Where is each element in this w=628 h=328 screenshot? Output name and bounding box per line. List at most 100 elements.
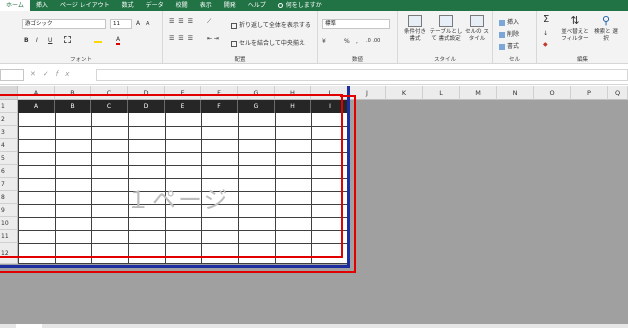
column-header-k[interactable]: K [386, 86, 423, 100]
column-header-o[interactable]: O [534, 86, 571, 100]
format-cells-button[interactable]: 書式 [499, 41, 519, 50]
underline-button[interactable]: U [48, 37, 52, 44]
wrap-text-button[interactable]: 折り返して全体を表示する [231, 20, 311, 29]
magnifier-icon: ⚲ [601, 14, 611, 27]
shrink-font-label: A [146, 21, 150, 27]
font-group: 游ゴシック 11 A A B I U A フォント [0, 11, 163, 64]
sheet-tab[interactable] [16, 324, 42, 328]
red-annotation-right [340, 95, 356, 273]
conditional-formatting-icon [408, 15, 422, 27]
font-name-value: 游ゴシック [25, 21, 53, 27]
comma-button[interactable]: , [356, 38, 358, 45]
tab-formulas[interactable]: 数式 [116, 0, 140, 11]
decimal-buttons[interactable]: .0 .00 [366, 38, 380, 44]
insert-function-button[interactable]: fx [56, 70, 77, 78]
insert-cells-button[interactable]: 挿入 [499, 17, 519, 26]
number-format-value: 標準 [325, 21, 337, 27]
eraser-icon: ◆ [543, 41, 548, 48]
shrink-font-button[interactable]: A [146, 21, 149, 27]
autosum-button[interactable]: Σ [543, 14, 549, 25]
name-box[interactable] [0, 69, 24, 81]
delete-icon [499, 31, 505, 38]
tab-page-layout[interactable]: ページ レイアウト [54, 0, 116, 11]
vertical-align-buttons[interactable]: ☰ ☰ ☰ [169, 18, 194, 25]
currency-icon: ¥ [322, 38, 326, 45]
cells-group-label: セル [508, 57, 520, 63]
red-annotation-inner [0, 94, 343, 258]
editing-group: Σ ↓ ◆ ⇅ 並べ替えと フィルター ⚲ 検索と 選択 編集 [537, 11, 628, 64]
tab-review[interactable]: 校閲 [170, 0, 194, 11]
fill-bucket-icon [94, 36, 102, 43]
column-header-p[interactable]: P [571, 86, 608, 100]
font-group-label: フォント [69, 57, 92, 63]
conditional-formatting-label: 条件付き 書式 [403, 29, 426, 42]
merge-icon [231, 40, 237, 47]
tab-home[interactable]: ホーム [0, 0, 30, 11]
cell-styles-icon [470, 15, 484, 27]
number-group: 標準 ¥ % , .0 .00 数値 [318, 11, 398, 64]
wrap-text-icon [231, 22, 237, 29]
sort-filter-button[interactable]: ⇅ 並べ替えと フィルター [559, 15, 591, 43]
tell-me-search[interactable]: 何をしますか [272, 0, 328, 11]
tell-me-label: 何をしますか [285, 2, 322, 9]
font-color-button[interactable]: A [116, 36, 121, 45]
cells-group: 挿入 削除 書式 セル [493, 11, 537, 64]
sort-icon: ⇅ [570, 14, 580, 27]
accounting-format-button[interactable]: ¥ [322, 38, 326, 45]
tab-view[interactable]: 表示 [194, 0, 218, 11]
format-as-table-label: テーブルとして 書式設定 [429, 29, 463, 42]
orientation-icon: ⟋ [207, 18, 212, 25]
fill-button[interactable]: ↓ [543, 30, 548, 37]
tab-help[interactable]: ヘルプ [242, 0, 272, 11]
delete-label: 削除 [507, 31, 520, 38]
lightbulb-icon [277, 3, 283, 8]
indent-buttons[interactable]: ⇤ ⇥ [207, 35, 219, 42]
find-select-label: 検索と 選択 [594, 29, 618, 42]
format-as-table-button[interactable]: テーブルとして 書式設定 [429, 15, 463, 43]
tab-data[interactable]: データ [140, 0, 170, 11]
ribbon: 游ゴシック 11 A A B I U A フォント ☰ ☰ ☰ ⟋ ☰ ☰ ☰ … [0, 11, 628, 64]
format-label: 書式 [507, 43, 520, 50]
styles-group-label: スタイル [433, 57, 456, 63]
sort-filter-label: 並べ替えと フィルター [561, 29, 589, 42]
clear-button[interactable]: ◆ [543, 41, 548, 48]
bold-button[interactable]: B [24, 37, 29, 44]
format-icon [499, 43, 505, 50]
italic-button[interactable]: I [36, 37, 38, 44]
merge-center-label: セルを結合して中央揃え [239, 40, 305, 47]
formula-bar: ✕✓fx [0, 64, 628, 85]
orientation-button[interactable]: ⟋ [207, 18, 211, 26]
ribbon-tab-bar: ホーム 挿入 ページ レイアウト 数式 データ 校閲 表示 開発 ヘルプ 何をし… [0, 0, 628, 11]
delete-cells-button[interactable]: 削除 [499, 29, 519, 38]
fill-color-button[interactable] [94, 36, 102, 43]
column-header-q[interactable]: Q [608, 86, 628, 100]
column-header-l[interactable]: L [423, 86, 460, 100]
number-group-label: 数値 [351, 57, 363, 63]
horizontal-align-buttons[interactable]: ☰ ☰ ☰ [169, 35, 194, 42]
insert-label: 挿入 [507, 19, 520, 26]
red-annotation-bottom [0, 271, 356, 273]
find-select-button[interactable]: ⚲ 検索と 選択 [593, 15, 619, 43]
fill-down-icon: ↓ [543, 30, 549, 37]
number-format-select[interactable]: 標準 [322, 19, 390, 29]
tab-insert[interactable]: 挿入 [30, 0, 54, 11]
editing-group-label: 編集 [576, 57, 588, 63]
tab-developer[interactable]: 開発 [218, 0, 242, 11]
formula-input[interactable] [96, 69, 628, 81]
column-header-m[interactable]: M [460, 86, 497, 100]
cell-styles-button[interactable]: セルの スタイル [464, 15, 490, 43]
insert-icon [499, 19, 505, 26]
column-header-n[interactable]: N [497, 86, 534, 100]
enter-button[interactable]: ✓ [43, 70, 56, 78]
sheet-tab-strip [0, 324, 628, 328]
grow-font-label: A [136, 20, 141, 27]
font-name-select[interactable]: 游ゴシック [22, 19, 106, 29]
styles-group: 条件付き 書式 テーブルとして 書式設定 セルの スタイル スタイル [398, 11, 493, 64]
conditional-formatting-button[interactable]: 条件付き 書式 [402, 15, 428, 43]
cancel-button[interactable]: ✕ [30, 70, 43, 78]
grow-font-button[interactable]: A [136, 20, 140, 27]
borders-button[interactable] [64, 36, 71, 43]
merge-center-button[interactable]: セルを結合して中央揃え [231, 38, 305, 47]
percent-button[interactable]: % [344, 38, 350, 45]
font-size-select[interactable]: 11 [110, 19, 132, 29]
